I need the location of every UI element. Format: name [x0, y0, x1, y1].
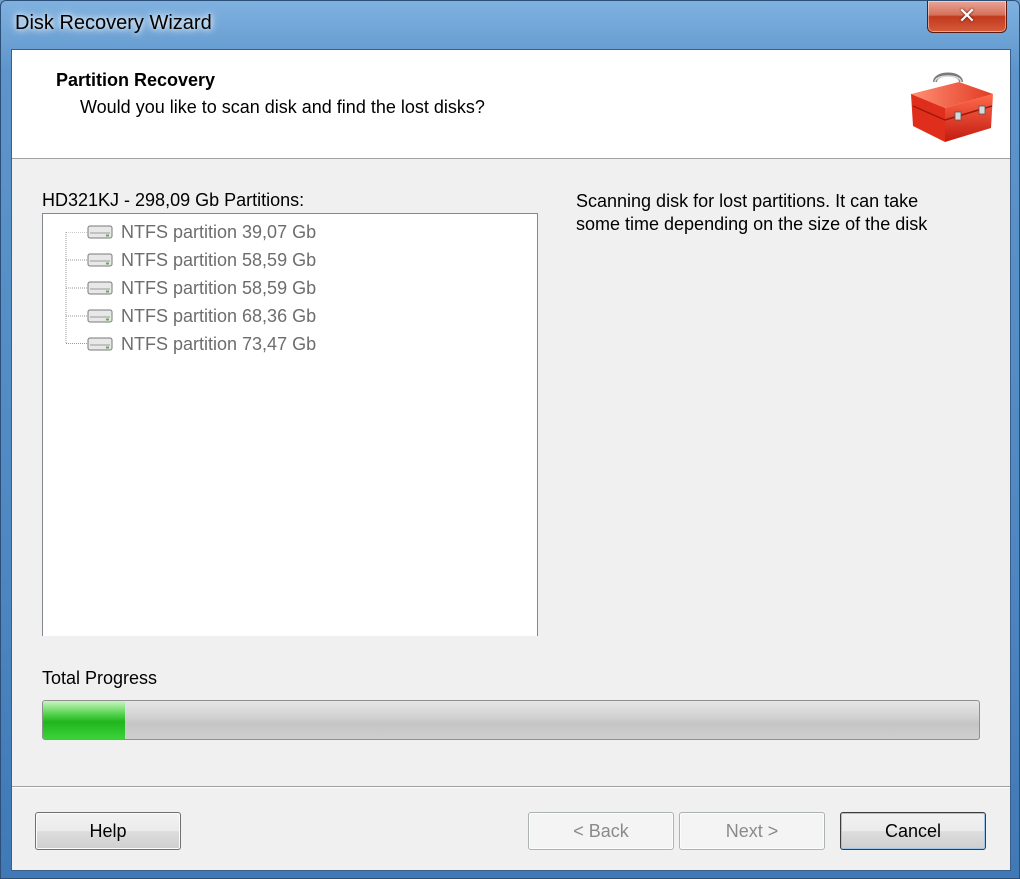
- partition-label: NTFS partition 73,47 Gb: [121, 333, 317, 354]
- tree-item[interactable]: NTFS partition 39,07 Gb: [87, 220, 316, 244]
- partition-label: NTFS partition 58,59 Gb: [121, 249, 317, 270]
- partition-label: NTFS partition 68,36 Gb: [121, 305, 317, 326]
- help-button[interactable]: Help: [35, 812, 181, 850]
- tree-item[interactable]: NTFS partition 58,59 Gb: [87, 276, 316, 300]
- disk-icon: [87, 337, 113, 351]
- disk-icon: [87, 253, 113, 267]
- wizard-window: Disk Recovery Wizard ✕ Partition Recover…: [0, 0, 1020, 879]
- next-button[interactable]: Next >: [679, 812, 825, 850]
- close-icon: ✕: [957, 4, 977, 29]
- cancel-button[interactable]: Cancel: [840, 812, 986, 850]
- tree-item[interactable]: NTFS partition 73,47 Gb: [87, 332, 316, 356]
- toolbox-icon: [911, 72, 993, 142]
- footer-divider: [12, 786, 1010, 788]
- partition-label: NTFS partition 39,07 Gb: [121, 221, 317, 242]
- disk-icon: [87, 309, 113, 323]
- close-button[interactable]: ✕: [927, 1, 1007, 33]
- total-progress-bar: [42, 700, 980, 740]
- progress-label: Total Progress: [42, 668, 158, 688]
- partition-label: NTFS partition 58,59 Gb: [121, 277, 317, 298]
- partition-tree[interactable]: NTFS partition 39,07 Gb NTFS partition 5…: [42, 213, 538, 636]
- title-bar[interactable]: Disk Recovery Wizard ✕: [1, 1, 1019, 49]
- scan-info-text: Scanning disk for lost partitions. It ca…: [576, 191, 928, 234]
- progress-fill: [43, 701, 126, 739]
- wizard-body: Partition Recovery Would you like to sca…: [11, 49, 1011, 871]
- page-subtitle: Would you like to scan disk and find the…: [80, 97, 485, 117]
- tree-connector-lines: [65, 232, 87, 344]
- wizard-header: Partition Recovery Would you like to sca…: [12, 50, 1010, 159]
- disk-icon: [87, 225, 113, 239]
- partitions-label: HD321KJ - 298,09 Gb Partitions:: [42, 190, 305, 210]
- window-title: Disk Recovery Wizard: [15, 12, 212, 34]
- disk-icon: [87, 281, 113, 295]
- back-button[interactable]: < Back: [528, 812, 674, 850]
- tree-item[interactable]: NTFS partition 68,36 Gb: [87, 304, 316, 328]
- tree-item[interactable]: NTFS partition 58,59 Gb: [87, 248, 316, 272]
- page-title: Partition Recovery: [56, 70, 216, 90]
